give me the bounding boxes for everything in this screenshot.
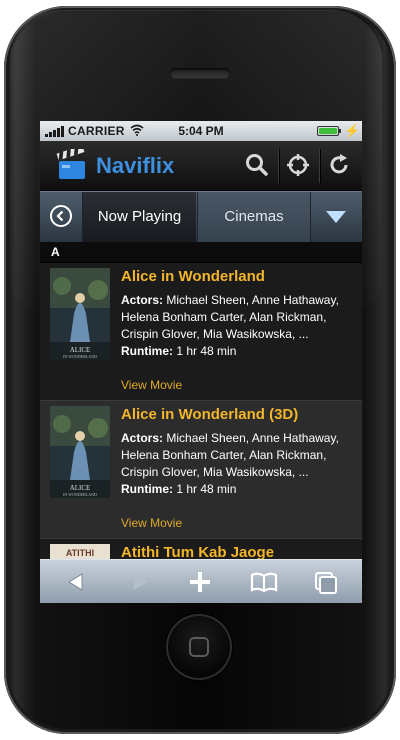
runtime-label: Runtime: xyxy=(121,482,173,496)
movie-title[interactable]: Alice in Wonderland (3D) xyxy=(121,406,298,423)
status-bar: CARRIER 5:04 PM ⚡ xyxy=(40,121,362,141)
svg-text:ALICE: ALICE xyxy=(70,484,91,492)
view-movie-link[interactable]: View Movie xyxy=(121,516,182,530)
app-title: Naviflix xyxy=(96,153,175,178)
bookmarks-icon[interactable] xyxy=(248,566,280,598)
header-divider xyxy=(278,149,279,183)
movie-details: Actors: Michael Sheen, Anne Hathaway, He… xyxy=(121,430,359,498)
locate-icon[interactable] xyxy=(283,150,313,180)
back-tab-button[interactable] xyxy=(40,192,83,242)
movie-details: Actors: Michael Sheen, Anne Hathaway, He… xyxy=(121,292,359,360)
svg-text:IN WONDERLAND: IN WONDERLAND xyxy=(63,492,97,497)
tab-bar: Now Playing Cinemas xyxy=(40,191,362,243)
charging-icon: ⚡ xyxy=(344,123,361,138)
movie-poster: ALICE IN WONDERLAND xyxy=(50,406,110,498)
screen: CARRIER 5:04 PM ⚡ Naviflix Now Playing C… xyxy=(40,121,362,603)
movie-title[interactable]: Alice in Wonderland xyxy=(121,268,265,285)
refresh-icon[interactable] xyxy=(324,150,354,180)
runtime-value: 1 hr 48 min xyxy=(176,344,237,358)
back-arrow-icon[interactable] xyxy=(60,566,92,598)
svg-text:IN WONDERLAND: IN WONDERLAND xyxy=(63,354,97,359)
svg-text:ALICE: ALICE xyxy=(70,346,91,354)
battery-tip xyxy=(339,129,341,133)
movie-poster: ALICE IN WONDERLAND xyxy=(50,268,110,360)
back-circle-icon xyxy=(50,205,72,227)
runtime-label: Runtime: xyxy=(121,344,173,358)
dropdown-triangle-icon xyxy=(326,211,346,223)
view-movie-link[interactable]: View Movie xyxy=(121,378,182,392)
forward-arrow-icon[interactable] xyxy=(124,566,156,598)
section-letter: A xyxy=(51,245,60,259)
actors-label: Actors: xyxy=(121,293,164,307)
app-header: Naviflix xyxy=(40,141,362,191)
pages-icon[interactable] xyxy=(310,566,342,598)
runtime-value: 1 hr 48 min xyxy=(176,482,237,496)
svg-text:ATITHI: ATITHI xyxy=(66,548,94,558)
movie-list-item[interactable]: ALICE IN WONDERLAND Alice in Wonderland … xyxy=(40,401,362,539)
header-divider xyxy=(319,149,320,183)
plus-icon[interactable] xyxy=(184,566,216,598)
battery-icon xyxy=(317,126,339,136)
home-button-icon xyxy=(189,637,209,657)
more-tabs-button[interactable] xyxy=(310,192,362,242)
movie-list-item[interactable]: ALICE IN WONDERLAND Alice in Wonderland … xyxy=(40,263,362,401)
search-icon[interactable] xyxy=(242,150,272,180)
clapperboard-logo-icon xyxy=(56,149,85,179)
actors-label: Actors: xyxy=(121,431,164,445)
status-time: 5:04 PM xyxy=(178,124,224,138)
earpiece-speaker xyxy=(170,68,230,78)
browser-toolbar xyxy=(40,559,362,603)
tab-now-playing[interactable]: Now Playing xyxy=(83,192,196,242)
tab-cinemas[interactable]: Cinemas xyxy=(197,192,311,242)
section-header: A xyxy=(40,242,362,263)
